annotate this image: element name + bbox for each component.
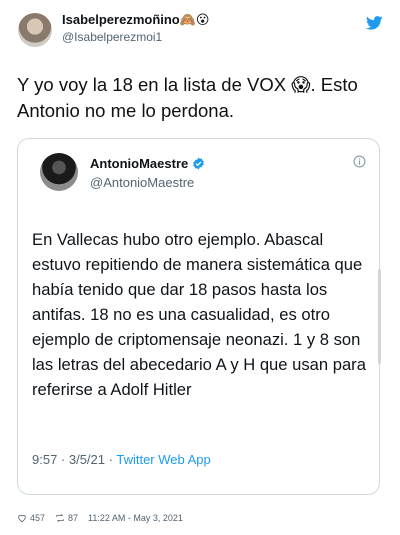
tweet-timestamp[interactable]: 11:22 AM - May 3, 2021 bbox=[88, 513, 183, 523]
quoted-source-link[interactable]: Twitter Web App bbox=[116, 452, 210, 467]
heart-icon[interactable] bbox=[17, 513, 27, 523]
quoted-tweet-card[interactable]: AntonioMaestre @AntonioMaestre En Vallec… bbox=[17, 138, 381, 495]
scrollbar[interactable] bbox=[378, 269, 381, 364]
quoted-display-name[interactable]: AntonioMaestre bbox=[90, 156, 188, 171]
verified-icon bbox=[193, 157, 205, 170]
quoted-tweet-text: En Vallecas hubo otro ejemplo. Abascal e… bbox=[32, 230, 366, 399]
outer-tweet-text: Y yo voy la 18 en la lista de VOX 😱. Est… bbox=[17, 74, 358, 121]
outer-handle[interactable]: @Isabelperezmoi1 bbox=[62, 30, 162, 44]
info-icon[interactable] bbox=[353, 155, 366, 168]
retweet-count: 87 bbox=[68, 513, 79, 523]
quoted-timestamp[interactable]: 9:57 · 3/5/21 · bbox=[32, 452, 113, 467]
outer-avatar[interactable] bbox=[18, 13, 52, 47]
outer-display-name[interactable]: Isabelperezmoñino🙈😮 bbox=[62, 12, 210, 28]
quoted-meta: 9:57 · 3/5/21 · Twitter Web App bbox=[32, 452, 211, 467]
tweet-footer: 457 87 11:22 AM - May 3, 2021 bbox=[17, 513, 183, 523]
quoted-name-row[interactable]: AntonioMaestre bbox=[90, 156, 205, 171]
twitter-bird-icon[interactable] bbox=[366, 16, 383, 30]
like-count: 457 bbox=[30, 513, 46, 523]
retweet-icon[interactable] bbox=[55, 513, 65, 523]
quoted-handle[interactable]: @AntonioMaestre bbox=[90, 175, 194, 190]
quoted-avatar[interactable] bbox=[40, 153, 78, 191]
